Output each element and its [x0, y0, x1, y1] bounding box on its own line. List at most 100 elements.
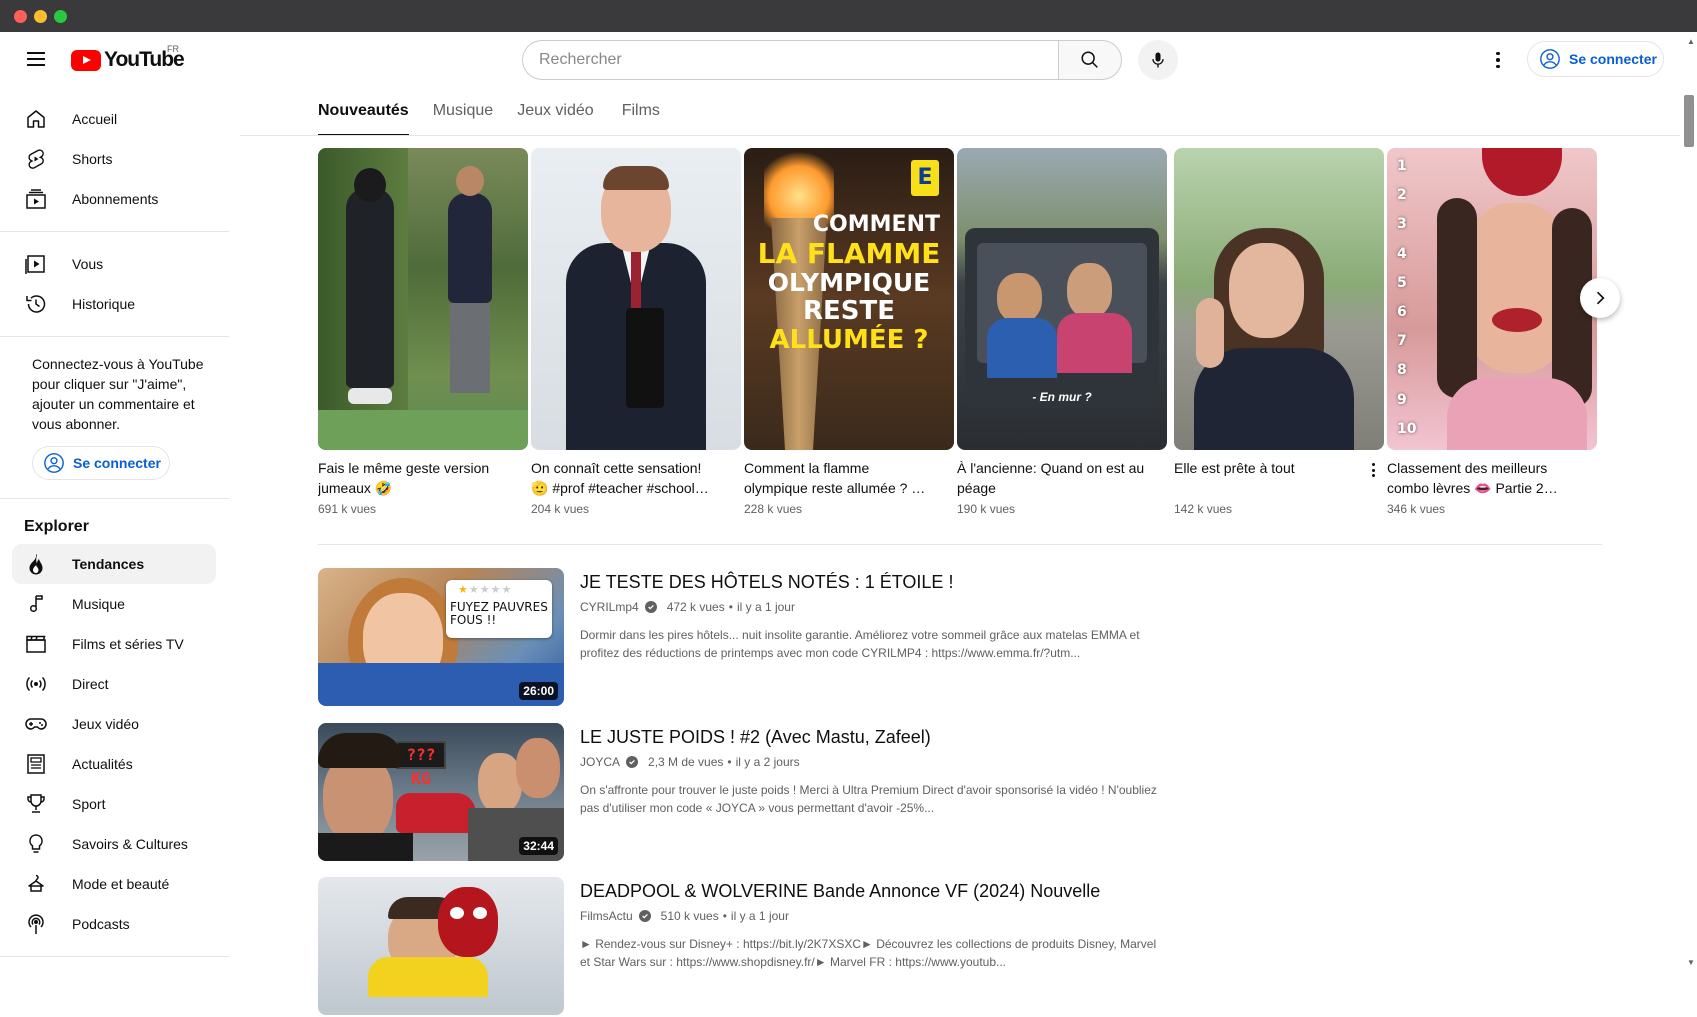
short-thumbnail[interactable]: - En mur ?: [957, 148, 1167, 450]
close-window-button[interactable]: [14, 10, 27, 23]
signin-button[interactable]: Se connecter: [1527, 41, 1664, 77]
rank-label: 9: [1397, 391, 1407, 408]
signin-promo-text: Connectez-vous à YouTube pour cliquer su…: [32, 356, 204, 432]
sidebar-item-savoirs[interactable]: Savoirs & Cultures: [12, 824, 216, 864]
rank-label: 6: [1397, 303, 1407, 320]
video-row: ★★★★★ FUYEZ PAUVRES FOUS !! 26:00 JE TES…: [318, 568, 1418, 708]
maximize-window-button[interactable]: [54, 10, 67, 23]
shelf-next-button[interactable]: [1580, 278, 1620, 318]
sidebar-divider: [0, 231, 229, 232]
sidebar-item-vous[interactable]: Vous: [12, 244, 216, 284]
menu-icon[interactable]: [22, 48, 50, 72]
signin-label: Se connecter: [1569, 51, 1657, 67]
caption-line: ALLUMÉE ?: [769, 325, 929, 355]
short-title[interactable]: Elle est prête à tout: [1174, 458, 1364, 478]
video-title[interactable]: DEADPOOL & WOLVERINE Bande Annonce VF (2…: [580, 881, 1100, 902]
short-views: 190 k vues: [957, 502, 1016, 516]
video-row: ??? KG 32:44 LE JUSTE POIDS ! #2 (Avec M…: [318, 723, 1418, 863]
short-views: 142 k vues: [1174, 502, 1233, 516]
scroll-down-arrow-icon[interactable]: ▼: [1687, 958, 1695, 967]
short-thumbnail[interactable]: [531, 148, 741, 450]
short-item: On connaît cette sensation! 🫡 #prof #tea…: [531, 148, 741, 516]
video-duration: 26:00: [519, 682, 558, 700]
podcast-icon: [28, 914, 44, 934]
sidebar-item-direct[interactable]: Direct: [12, 664, 216, 704]
short-title[interactable]: Fais le même geste version jumeaux 🤣: [318, 458, 508, 498]
video-row: DEADPOOL & WOLVERINE Bande Annonce VF (2…: [318, 877, 1418, 1017]
sidebar-item-actualites[interactable]: Actualités: [12, 744, 216, 784]
tab-jeux-video[interactable]: Jeux vidéo: [517, 98, 594, 136]
video-meta: CYRILmp4 472 k vues • il y a 1 jour: [580, 600, 795, 614]
sidebar-item-jeux-video[interactable]: Jeux vidéo: [12, 704, 216, 744]
upload-age: il y a 1 jour: [730, 909, 789, 923]
sidebar-item-sport[interactable]: Sport: [12, 784, 216, 824]
video-meta: JOYCA 2,3 M de vues • il y a 2 jours: [580, 755, 800, 769]
sidebar-item-accueil[interactable]: Accueil: [12, 99, 216, 139]
sidebar-item-tendances[interactable]: Tendances: [12, 544, 216, 584]
hanger-icon: [28, 874, 44, 892]
channel-name[interactable]: JOYCA: [580, 755, 620, 769]
minimize-window-button[interactable]: [34, 10, 47, 23]
sidebar-item-mode-beaute[interactable]: Mode et beauté: [12, 864, 216, 904]
video-title[interactable]: LE JUSTE POIDS ! #2 (Avec Mastu, Zafeel): [580, 727, 931, 748]
view-count: 2,3 M de vues: [648, 755, 724, 769]
short-more-icon[interactable]: [1370, 460, 1376, 480]
short-title[interactable]: À l'ancienne: Quand on est au péage: [957, 458, 1147, 498]
sidebar-item-label: Abonnements: [72, 191, 159, 207]
video-thumbnail[interactable]: ★★★★★ FUYEZ PAUVRES FOUS !! 26:00: [318, 568, 564, 706]
channel-name[interactable]: FilmsActu: [580, 909, 633, 923]
short-thumbnail[interactable]: 1 2 3 4 5 6 7 8 9 10: [1387, 148, 1597, 450]
youtube-play-icon: [71, 49, 101, 71]
scroll-up-arrow-icon[interactable]: ▲: [1687, 37, 1695, 46]
masthead: YouTube FR Se connecter: [0, 32, 1697, 87]
sidebar-item-abonnements[interactable]: Abonnements: [12, 179, 216, 219]
channel-name[interactable]: CYRILmp4: [580, 600, 639, 614]
chevron-right-icon: [1596, 291, 1605, 305]
short-title[interactable]: On connaît cette sensation! 🫡 #prof #tea…: [531, 458, 721, 498]
sidebar-item-label: Shorts: [72, 151, 113, 167]
view-count: 510 k vues: [660, 909, 719, 923]
sidebar-item-label: Direct: [72, 676, 109, 692]
sidebar-item-musique[interactable]: Musique: [12, 584, 216, 624]
sidebar-item-films[interactable]: Films et séries TV: [12, 624, 216, 664]
video-thumbnail[interactable]: ??? KG 32:44: [318, 723, 564, 861]
window-titlebar: [0, 0, 1697, 32]
sidebar-item-historique[interactable]: Historique: [12, 284, 216, 324]
video-thumbnail[interactable]: [318, 877, 564, 1015]
video-title[interactable]: JE TESTE DES HÔTELS NOTÉS : 1 ÉTOILE !: [580, 572, 953, 593]
short-title[interactable]: Classement des meilleurs combo lèvres 👄 …: [1387, 458, 1577, 498]
sidebar-item-label: Vous: [72, 256, 104, 272]
short-thumbnail[interactable]: [318, 148, 528, 450]
scrollbar-thumb[interactable]: [1684, 95, 1694, 147]
sidebar-item-shorts[interactable]: Shorts: [12, 139, 216, 179]
news-icon: [27, 754, 45, 774]
search-button[interactable]: [1058, 40, 1122, 80]
short-thumbnail[interactable]: E COMMENT LA FLAMME OLYMPIQUE RESTE ALLU…: [744, 148, 954, 450]
short-thumbnail[interactable]: [1174, 148, 1384, 450]
tab-nouveautes[interactable]: Nouveautés: [318, 98, 409, 136]
search-input[interactable]: [522, 40, 1060, 80]
short-views: 691 k vues: [318, 502, 377, 516]
account-icon: [1540, 49, 1560, 69]
page-scrollbar[interactable]: [1685, 87, 1697, 973]
rank-label: 10: [1397, 420, 1417, 437]
tab-films[interactable]: Films: [622, 98, 660, 136]
microphone-icon: [1152, 52, 1164, 68]
rank-label: 2: [1397, 187, 1407, 204]
tab-musique[interactable]: Musique: [433, 98, 493, 136]
video-description: Dormir dans les pires hôtels... nuit ins…: [580, 628, 1140, 660]
sidebar-item-podcasts[interactable]: Podcasts: [12, 904, 216, 944]
sidebar-divider: [0, 336, 229, 337]
live-icon: [26, 676, 46, 692]
voice-search-button[interactable]: [1138, 40, 1178, 80]
sidebar-item-label: Films et séries TV: [72, 636, 184, 652]
meta-separator: •: [728, 600, 733, 614]
sidebar-signin-button[interactable]: Se connecter: [32, 446, 170, 480]
history-icon: [26, 295, 46, 313]
caption-line: LA FLAMME: [757, 237, 941, 270]
trophy-icon: [27, 794, 45, 813]
short-item: - En mur ? À l'ancienne: Quand on est au…: [957, 148, 1167, 516]
sidebar: Accueil Shorts Abonnements Vous Historiq…: [0, 87, 232, 973]
settings-menu-icon[interactable]: [1486, 44, 1510, 76]
short-title[interactable]: Comment la flamme olympique reste allumé…: [744, 458, 934, 498]
